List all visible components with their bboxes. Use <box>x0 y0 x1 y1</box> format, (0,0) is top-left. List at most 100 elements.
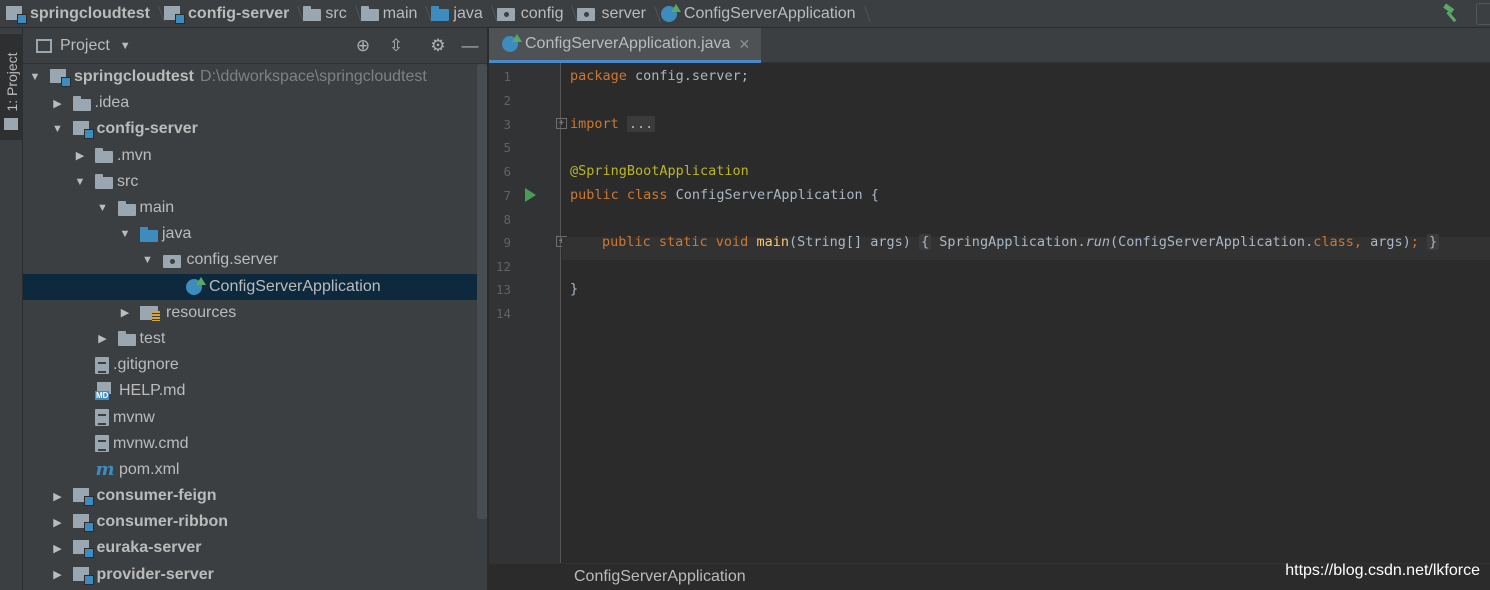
tree-node-label: springcloudtest <box>74 68 195 86</box>
expand-arrow-right-icon[interactable]: ▶ <box>51 541 65 555</box>
hide-panel-icon[interactable]: — <box>461 36 479 55</box>
breadcrumb-item[interactable]: java <box>431 0 492 28</box>
editor-tab-label: ConfigServerApplication.java <box>525 35 731 52</box>
fold-open-brace[interactable]: { <box>919 234 932 250</box>
keyword: package <box>570 68 627 84</box>
line-number: 14 <box>495 306 511 321</box>
tree-node[interactable]: ▼ config-server <box>23 116 487 142</box>
tree-node-label: mvnw <box>113 408 155 426</box>
run-gutter-icon[interactable] <box>525 188 536 202</box>
code-line-7: public class ConfigServerApplication { <box>570 184 1490 207</box>
expand-arrow-right-icon[interactable]: ▶ <box>51 515 65 529</box>
breadcrumb-item[interactable]: ConfigServerApplication <box>660 0 866 28</box>
project-tool-tab-label: 1: Project <box>4 52 20 112</box>
tree-node[interactable]: ▶ euraka-server <box>23 535 487 561</box>
closing-brace: } <box>570 281 579 297</box>
tree-node-label: .idea <box>94 94 130 112</box>
tree-node[interactable]: ▶.gitignore <box>23 352 487 378</box>
expand-arrow-down-icon[interactable]: ▼ <box>73 175 87 189</box>
package-icon <box>496 6 517 21</box>
locate-target-icon[interactable]: ⊕ <box>354 36 372 55</box>
tree-node-label: src <box>117 172 139 190</box>
folder-icon <box>360 6 379 21</box>
expand-arrow-right-icon[interactable]: ▶ <box>118 306 132 320</box>
line-number: 6 <box>503 164 511 179</box>
breadcrumb-item[interactable]: server <box>577 0 655 28</box>
package-icon <box>162 253 183 268</box>
breadcrumb-item[interactable]: src <box>303 0 356 28</box>
fold-close-brace[interactable]: } <box>1427 234 1440 250</box>
chevron-down-icon[interactable]: ▼ <box>120 40 131 52</box>
tree-node[interactable]: ▶mvnw.cmd <box>23 431 487 457</box>
module-icon <box>72 540 94 559</box>
tree-node-label: mvnw.cmd <box>113 434 189 452</box>
breadcrumb-label: ConfigServerApplication <box>683 4 856 22</box>
project-panel-header: Project ▼ ⊕ ⇳ ⚙ — <box>23 28 487 64</box>
expand-arrow-right-icon[interactable]: ▶ <box>51 489 65 503</box>
code-line-6: @SpringBootApplication <box>570 160 1490 183</box>
project-tree-scrollbar[interactable] <box>477 64 487 519</box>
close-icon[interactable]: ✕ <box>738 36 750 53</box>
tree-node[interactable]: ▶mvnw <box>23 404 487 430</box>
expand-arrow-right-icon[interactable]: ▶ <box>96 332 110 346</box>
tree-node[interactable]: ▶ resources <box>23 300 487 326</box>
line-number: 13 <box>495 282 511 297</box>
tree-node[interactable]: ▼ java <box>23 221 487 247</box>
expand-arrow-down-icon[interactable]: ▼ <box>51 122 65 136</box>
module-icon <box>72 514 94 533</box>
editor-breadcrumb-label: ConfigServerApplication <box>574 568 746 585</box>
tree-node[interactable]: ▼ src <box>23 169 487 195</box>
method-params: (String[] args) <box>788 234 911 250</box>
code-editor[interactable]: package config.server; import ... @Sprin… <box>562 63 1490 563</box>
run-configuration-selector[interactable] <box>1476 3 1490 25</box>
tree-node[interactable]: ▼ config.server <box>23 247 487 273</box>
breadcrumb-label: main <box>382 4 418 22</box>
module-icon <box>72 566 94 585</box>
keyword: class, <box>1313 234 1362 250</box>
breadcrumb-item[interactable]: main <box>360 0 428 28</box>
breadcrumb-label: src <box>325 4 347 22</box>
editor-tab-config-server-application[interactable]: ConfigServerApplication.java ✕ <box>489 28 761 63</box>
tree-node-label: java <box>162 225 192 243</box>
tree-node[interactable]: ▶ consumer-ribbon <box>23 509 487 535</box>
line-number: 3 <box>503 117 511 132</box>
expand-arrow-right-icon[interactable]: ▶ <box>73 149 87 163</box>
tree-node[interactable]: ▶ .idea <box>23 90 487 116</box>
tree-node[interactable]: ▶ .mvn <box>23 143 487 169</box>
folded-imports[interactable]: ... <box>626 116 656 132</box>
annotation: @SpringBootApplication <box>570 163 749 179</box>
project-tool-tab[interactable]: 1: Project <box>0 34 23 140</box>
breadcrumb-label: server <box>601 4 646 22</box>
tree-node[interactable]: ▶ConfigServerApplication <box>23 273 487 300</box>
expand-arrow-down-icon[interactable]: ▼ <box>96 201 110 215</box>
breadcrumb-item[interactable]: springcloudtest <box>6 0 160 28</box>
project-panel: Project ▼ ⊕ ⇳ ⚙ — ▼ springcloudtest D:\ddw… <box>23 28 488 590</box>
expand-arrow-down-icon[interactable]: ▼ <box>118 227 132 241</box>
tree-node[interactable]: ▶ consumer-feign <box>23 483 487 509</box>
expand-arrow-right-icon[interactable]: ▶ <box>51 96 65 110</box>
project-view-selector[interactable]: Project <box>60 37 110 55</box>
expand-arrow-down-icon[interactable]: ▼ <box>141 253 155 267</box>
tree-node[interactable]: ▶HELP.md <box>23 378 487 404</box>
expand-arrow-right-icon[interactable]: ▶ <box>51 568 65 582</box>
tree-node-label: main <box>139 199 175 217</box>
tree-node-label: HELP.md <box>119 382 186 400</box>
collapse-all-icon[interactable]: ⇳ <box>387 36 405 55</box>
line-number: 2 <box>503 93 511 108</box>
breadcrumb-item[interactable]: config <box>496 0 574 28</box>
class-declaration: ConfigServerApplication { <box>667 187 879 203</box>
build-hammer-icon[interactable] <box>1440 3 1462 25</box>
tree-node[interactable]: ▼ springcloudtest D:\ddworkspace\springclo… <box>23 64 487 90</box>
tree-node[interactable]: ▶ test <box>23 326 487 352</box>
spring-boot-class-icon <box>501 34 522 54</box>
tree-node[interactable]: ▼ main <box>23 195 487 221</box>
text-file-icon <box>95 409 109 427</box>
breadcrumb-label: springcloudtest <box>30 4 151 22</box>
tree-node[interactable]: ▶mpom.xml <box>23 457 487 483</box>
static-method: run <box>1085 234 1110 250</box>
expand-arrow-down-icon[interactable]: ▼ <box>28 70 42 84</box>
breadcrumb-item[interactable]: config-server <box>164 0 299 28</box>
tree-node[interactable]: ▶ provider-server <box>23 562 487 588</box>
text-file-icon <box>95 435 109 453</box>
gear-icon[interactable]: ⚙ <box>429 36 447 55</box>
